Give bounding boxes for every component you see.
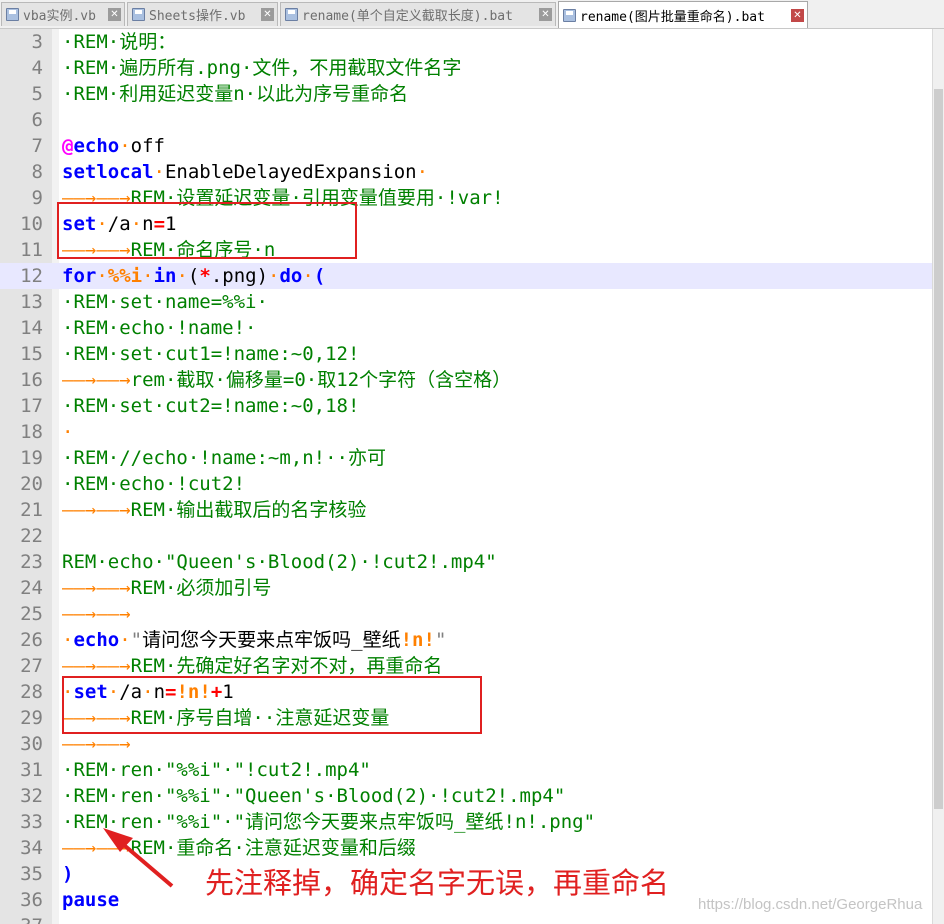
annotation-arrow-icon (103, 828, 174, 888)
annotation-note: 先注释掉，确定名字无误，再重命名 (205, 866, 670, 900)
watermark: https://blog.csdn.net/GeorgeRhua (698, 896, 923, 913)
